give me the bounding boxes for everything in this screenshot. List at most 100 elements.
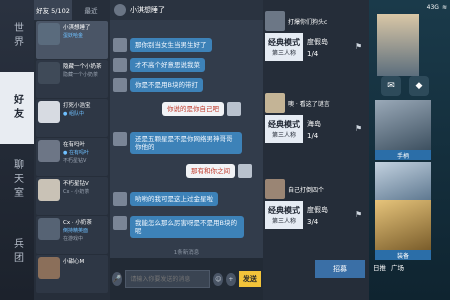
outgoing-message[interactable]: 你说的是你自己吧 [162, 102, 224, 116]
avatar[interactable] [265, 11, 285, 31]
more-icon[interactable]: + [226, 272, 236, 286]
friend-list: 好友 5/102 最近 小淇想睡了 蛋妖哈金 隐藏一个小奶茶 隐藏一个小奶茶 打死小浩宝… [34, 0, 110, 300]
friend-status: ● 组队中 [63, 111, 84, 117]
emoji-icon[interactable]: ☺ [213, 272, 224, 286]
incoming-message[interactable]: 还是五颗星是不是你网络男神哥哥你他的 [130, 132, 242, 154]
friend-sub: 在游戏中 [63, 236, 84, 242]
mode-badge: 经典模式 第三人称 [265, 201, 303, 229]
send-button[interactable]: 发送 [238, 271, 261, 287]
list-item[interactable]: 小甜心M [36, 255, 108, 293]
side-panel: 43G ≋ ✉ ◆ 手柄 手游 装备 日推 广场 [369, 0, 450, 300]
list-item[interactable]: 在有吗叶 ● 在有吗叶 不朽星钻V [36, 138, 108, 176]
wifi-icon: ≋ [441, 3, 447, 11]
mode-name: 经典模式 [268, 38, 300, 47]
avatar[interactable] [238, 164, 252, 178]
tab-friends-count[interactable]: 好友 5/102 [34, 0, 72, 20]
message-list[interactable]: 那你别当女生当男生好了 才不高个好意思说我菜 你是不是用B块的带打你说的是你自己吧还… [110, 20, 263, 258]
team-header: 噢 · 看这了谜言 [263, 92, 369, 114]
avatar [38, 179, 60, 201]
hex-card-3[interactable]: 装备 [375, 200, 431, 260]
friend-sub: Cx - 小奶茶 [63, 189, 90, 195]
team-card[interactable]: 打爆你们狗头c 经典模式 第三人称 度假岛 1/4 ⚑ [263, 10, 369, 62]
avatar [38, 218, 60, 240]
map-name: 度假岛 [307, 37, 328, 46]
message-row: 还是五颗星是不是你网络男神哥哥你他的 [113, 132, 242, 154]
recruit-button[interactable]: 招募 [315, 260, 365, 278]
avatar [38, 257, 60, 279]
avatar[interactable] [227, 102, 241, 116]
avatar[interactable] [113, 78, 127, 92]
incoming-message[interactable]: 那你别当女生当男生好了 [130, 38, 212, 52]
mode-card: 经典模式 第三人称 度假岛 1/4 ⚑ [265, 32, 369, 62]
hex-card-1[interactable]: 手柄 [375, 100, 431, 160]
incoming-message[interactable]: 我能怎么那么厉害呀是不是用B块的呢 [130, 216, 244, 238]
list-item[interactable]: 不朽星钻V Cx - 小奶茶 [36, 177, 108, 215]
map-name: 度假岛 [307, 205, 328, 214]
avatar[interactable] [265, 179, 285, 199]
status-bar: 43G ≋ [369, 0, 450, 14]
mode-name: 经典模式 [268, 120, 300, 129]
list-item[interactable]: 打死小浩宝 ● 组队中 [36, 99, 108, 137]
avatar[interactable] [113, 192, 127, 206]
chat-title: 小淇想睡了 [130, 6, 165, 14]
team-card[interactable]: 噢 · 看这了谜言 经典模式 第三人称 海岛 1/4 ⚑ [263, 92, 369, 144]
friend-name: Cx · 小奶茶 [63, 220, 92, 226]
flag-icon[interactable]: ⚑ [355, 210, 365, 220]
list-item[interactable]: 小淇想睡了 蛋妖哈金 [36, 21, 108, 59]
input-bar: 🎤 ☺ + 发送 [110, 258, 263, 300]
mode-card: 经典模式 第三人称 海岛 1/4 ⚑ [265, 114, 369, 144]
avatar [38, 62, 60, 84]
incoming-message[interactable]: 你是不是用B块的带打 [130, 78, 203, 92]
signal-text: 43G [426, 3, 439, 11]
mode-badge: 经典模式 第三人称 [265, 33, 303, 61]
team-header: 打爆你们狗头c [263, 10, 369, 32]
bottom-tab-daily[interactable]: 日推 [373, 262, 386, 272]
friend-sub: 隐藏一个小奶茶 [63, 72, 99, 78]
bag-icon[interactable]: ◆ [409, 76, 429, 96]
tab-recent[interactable]: 最近 [72, 0, 110, 20]
friend-name: 不朽星钻V [63, 181, 89, 187]
mail-icon[interactable]: ✉ [381, 76, 401, 96]
bottom-tab-plaza[interactable]: 广场 [391, 262, 404, 272]
avatar[interactable] [265, 93, 285, 113]
team-count: 3/4 [307, 217, 319, 226]
outgoing-message[interactable]: 那有和你之间 [186, 164, 235, 178]
friend-status: 蛋妖哈金 [63, 33, 84, 39]
tab-legion[interactable]: 兵团 [0, 216, 34, 288]
message-row: 才不高个好意思说我菜 [113, 58, 205, 72]
mode-name: 经典模式 [268, 206, 300, 215]
team-count: 1/4 [307, 131, 319, 140]
mode-badge: 经典模式 第三人称 [265, 115, 303, 143]
character-avatar[interactable] [377, 14, 419, 76]
message-row: 你说的是你自己吧 [162, 102, 241, 116]
map-name: 海岛 [307, 119, 321, 128]
mic-icon[interactable]: 🎤 [112, 272, 123, 286]
message-row: 你是不是用B块的带打 [113, 78, 203, 92]
list-item[interactable]: 隐藏一个小奶茶 隐藏一个小奶茶 [36, 60, 108, 98]
team-list: 打爆你们狗头c 经典模式 第三人称 度假岛 1/4 ⚑ 噢 · 看这了谜言 经典模式 第三人称海… [263, 0, 369, 300]
tab-world[interactable]: 世界 [0, 0, 34, 72]
tab-friends[interactable]: 好友 [0, 72, 34, 144]
new-message-hint[interactable]: 1条新消息 [110, 248, 263, 256]
avatar[interactable] [113, 132, 127, 146]
friend-sub: 不朽星钻V [63, 158, 87, 164]
left-tab-bar: 世界 好友 聊天室 兵团 [0, 0, 34, 300]
message-row: 我能怎么那么厉害呀是不是用B块的呢 [113, 216, 244, 238]
avatar[interactable] [113, 58, 127, 72]
incoming-message[interactable]: 哟哟的我可是这上过金星啦 [130, 192, 218, 206]
flag-icon[interactable]: ⚑ [355, 42, 365, 52]
tab-chatroom[interactable]: 聊天室 [0, 144, 34, 216]
friend-name: 打死小浩宝 [63, 103, 91, 109]
avatar [38, 101, 60, 123]
avatar[interactable] [113, 216, 127, 230]
team-header: 自己打倒四个 [263, 178, 369, 200]
message-input[interactable] [125, 270, 211, 288]
team-card[interactable]: 自己打倒四个 经典模式 第三人称 度假岛 3/4 ⚑ [263, 178, 369, 230]
flag-icon[interactable]: ⚑ [355, 124, 365, 134]
friend-name: 小甜心M [63, 259, 85, 265]
avatar[interactable] [113, 38, 127, 52]
chat-header: 小淇想睡了 [110, 0, 263, 20]
list-item[interactable]: Cx · 小奶茶 倒持精英面 在游戏中 [36, 216, 108, 254]
incoming-message[interactable]: 才不高个好意思说我菜 [130, 58, 205, 72]
message-row: 那有和你之间 [186, 164, 252, 178]
